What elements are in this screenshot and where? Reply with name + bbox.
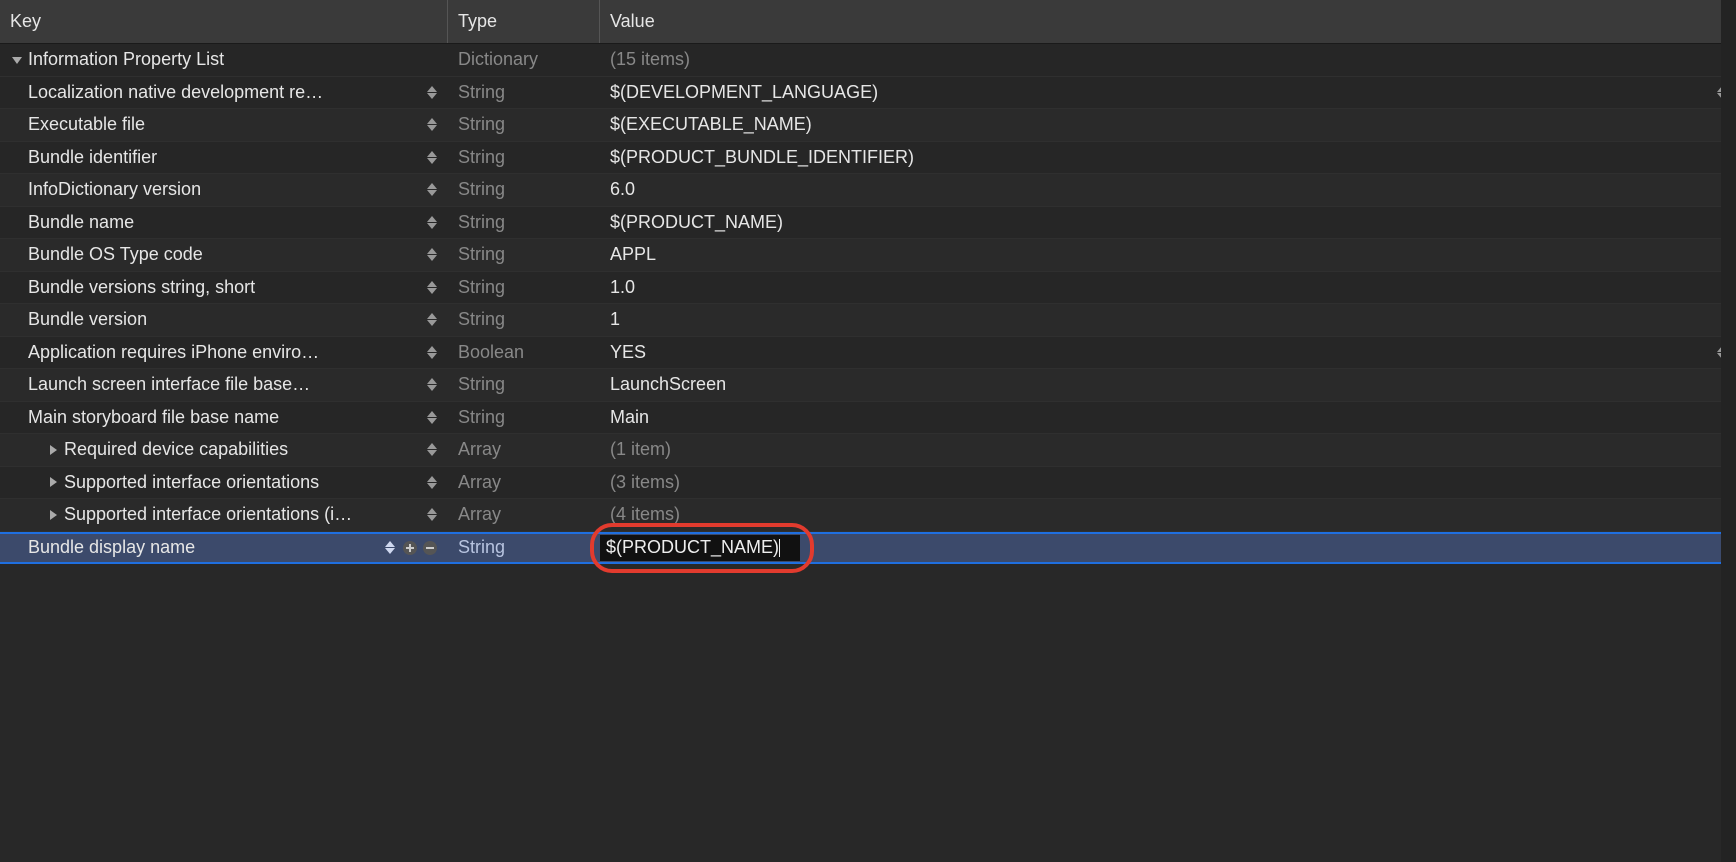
table-header: Key Type Value (0, 0, 1736, 44)
table-row[interactable]: Main storyboard file base name StringMain (0, 402, 1736, 435)
row-type-label: String (448, 142, 600, 174)
header-key[interactable]: Key (0, 0, 448, 43)
remove-icon[interactable] (422, 540, 438, 556)
value-edit-field[interactable]: $(PRODUCT_NAME) (600, 535, 800, 561)
scrollbar[interactable] (1721, 0, 1736, 862)
row-value-label: APPL (600, 239, 1736, 271)
row-value-label: LaunchScreen (600, 369, 1736, 401)
table-row[interactable]: Supported interface orientations Array(3 … (0, 467, 1736, 500)
row-value-label: $(DEVELOPMENT_LANGUAGE) (600, 77, 1736, 109)
row-key-label: Required device capabilities (64, 439, 288, 460)
table-row[interactable]: Localization native development re… Strin… (0, 77, 1736, 110)
add-icon[interactable] (402, 540, 418, 556)
row-value-label: $(PRODUCT_NAME) (600, 207, 1736, 239)
row-type-label: String (448, 109, 600, 141)
key-stepper-icon[interactable] (426, 116, 438, 134)
table-row[interactable]: Launch screen interface file base… String… (0, 369, 1736, 402)
row-value-label: (1 item) (600, 434, 1736, 466)
header-value[interactable]: Value (600, 0, 1736, 43)
table-row[interactable]: InfoDictionary version String6.0 (0, 174, 1736, 207)
row-key-label: Bundle versions string, short (28, 277, 255, 298)
key-stepper-icon[interactable] (426, 83, 438, 101)
text-caret (779, 539, 780, 557)
key-stepper-icon[interactable] (426, 441, 438, 459)
row-type-label: String (448, 174, 600, 206)
row-value-label: $(EXECUTABLE_NAME) (600, 109, 1736, 141)
key-stepper-icon[interactable] (426, 148, 438, 166)
table-row[interactable]: Required device capabilities Array(1 item… (0, 434, 1736, 467)
table-body: Information Property List Dictionary (15… (0, 44, 1736, 862)
row-type-label: Array (448, 434, 600, 466)
row-key-label: Localization native development re… (28, 82, 323, 103)
disclosure-closed-icon[interactable] (46, 443, 60, 457)
row-value-label: 1 (600, 304, 1736, 336)
row-key-label: Bundle identifier (28, 147, 157, 168)
row-key-label: InfoDictionary version (28, 179, 201, 200)
row-value-label: YES (600, 337, 1736, 369)
key-stepper-icon[interactable] (426, 278, 438, 296)
key-stepper-icon[interactable] (426, 181, 438, 199)
disclosure-closed-icon[interactable] (46, 475, 60, 489)
selected-row[interactable]: Bundle display name String $(PROD (0, 532, 1736, 565)
row-value-label: (4 items) (600, 499, 1736, 531)
table-row[interactable]: Bundle identifier String$(PRODUCT_BUNDLE_… (0, 142, 1736, 175)
root-key-label: Information Property List (28, 49, 224, 70)
row-type-label: Array (448, 467, 600, 499)
key-stepper-icon[interactable] (426, 408, 438, 426)
row-value-label: 6.0 (600, 174, 1736, 206)
row-key-label: Launch screen interface file base… (28, 374, 310, 395)
root-value-label: (15 items) (600, 44, 1736, 76)
row-type-label: Array (448, 499, 600, 531)
disclosure-closed-icon[interactable] (46, 508, 60, 522)
key-stepper-icon[interactable] (384, 539, 396, 557)
key-stepper-icon[interactable] (426, 246, 438, 264)
selected-key-label: Bundle display name (28, 537, 195, 558)
table-row[interactable]: Application requires iPhone enviro… Boole… (0, 337, 1736, 370)
row-type-label: String (448, 77, 600, 109)
plist-editor: Key Type Value Information Property List… (0, 0, 1736, 862)
table-row[interactable]: Bundle version String1 (0, 304, 1736, 337)
row-key-label: Main storyboard file base name (28, 407, 279, 428)
root-type-label: Dictionary (448, 44, 600, 76)
table-row[interactable]: Bundle OS Type code StringAPPL (0, 239, 1736, 272)
key-stepper-icon[interactable] (426, 311, 438, 329)
table-row[interactable]: Supported interface orientations (i… Arra… (0, 499, 1736, 532)
row-type-label: String (448, 369, 600, 401)
row-key-label: Application requires iPhone enviro… (28, 342, 319, 363)
root-row[interactable]: Information Property List Dictionary (15… (0, 44, 1736, 77)
row-type-label: String (448, 239, 600, 271)
row-type-label: String (448, 207, 600, 239)
key-stepper-icon[interactable] (426, 506, 438, 524)
row-type-label: String (448, 402, 600, 434)
row-key-label: Executable file (28, 114, 145, 135)
row-key-label: Supported interface orientations (64, 472, 319, 493)
key-stepper-icon[interactable] (426, 343, 438, 361)
key-stepper-icon[interactable] (426, 376, 438, 394)
table-row[interactable]: Bundle versions string, short String1.0 (0, 272, 1736, 305)
row-key-label: Bundle OS Type code (28, 244, 203, 265)
row-type-label: String (448, 272, 600, 304)
row-value-label: $(PRODUCT_BUNDLE_IDENTIFIER) (600, 142, 1736, 174)
row-key-label: Bundle version (28, 309, 147, 330)
header-type[interactable]: Type (448, 0, 600, 43)
table-row[interactable]: Bundle name String$(PRODUCT_NAME) (0, 207, 1736, 240)
row-value-label: (3 items) (600, 467, 1736, 499)
selected-type-label: String (448, 534, 600, 563)
row-key-label: Supported interface orientations (i… (64, 504, 352, 525)
row-value-label: Main (600, 402, 1736, 434)
row-value-label: 1.0 (600, 272, 1736, 304)
disclosure-open-icon[interactable] (10, 53, 24, 67)
table-row[interactable]: Executable file String$(EXECUTABLE_NAME) (0, 109, 1736, 142)
row-key-label: Bundle name (28, 212, 134, 233)
row-type-label: Boolean (448, 337, 600, 369)
selected-value-text: $(PRODUCT_NAME) (606, 537, 779, 558)
key-stepper-icon[interactable] (426, 473, 438, 491)
row-type-label: String (448, 304, 600, 336)
key-stepper-icon[interactable] (426, 213, 438, 231)
